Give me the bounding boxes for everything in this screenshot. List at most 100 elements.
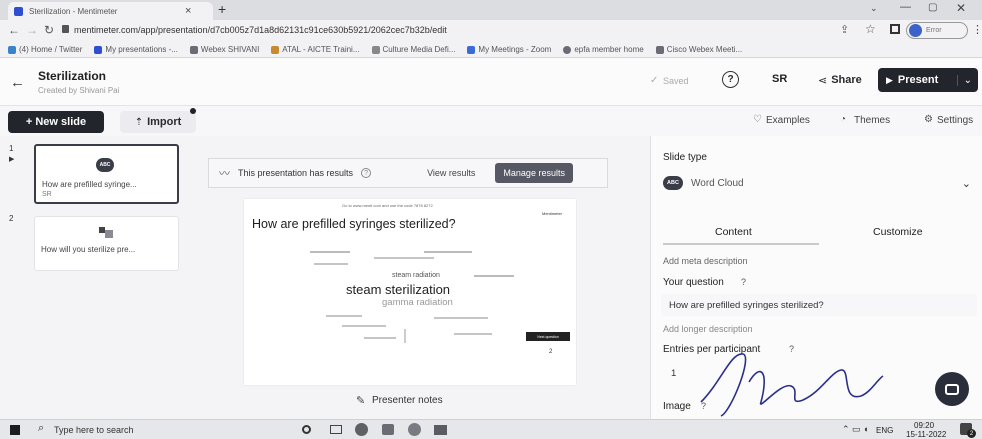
slide-type-select[interactable]: ABC Word Cloud ⌄ (663, 172, 975, 194)
cloud-word (454, 333, 492, 335)
share-icon: ⋖ (818, 74, 828, 87)
tab-content[interactable]: Content (715, 226, 752, 238)
cloud-word: steam sterilization (346, 282, 451, 297)
tab-close-icon[interactable]: × (185, 5, 191, 17)
word-cloud-icon: ABC (96, 158, 114, 172)
info-icon[interactable]: ? (361, 168, 372, 178)
settings-link[interactable]: Settings (937, 115, 973, 126)
themes-icon: ◔ (840, 114, 847, 125)
back-icon[interactable]: ← (8, 23, 20, 37)
task-view-icon[interactable] (330, 425, 342, 434)
slide-thumbnail-2[interactable]: How will you sterilize pre... (34, 216, 179, 271)
slide-preview[interactable]: Go to www.menti.com and use the code 787… (244, 199, 576, 385)
tab-title: Sterilization - Mentimeter (29, 6, 118, 16)
windows-taskbar: ⌕ Type here to search ⌃ ▭ ◖ ENG 09:20 15… (0, 419, 982, 439)
chrome-icon[interactable] (355, 423, 368, 436)
close-window-icon[interactable]: ✕ (956, 1, 966, 15)
teams-icon[interactable] (382, 424, 394, 435)
meta-description-link[interactable]: Add meta description (663, 256, 748, 266)
lock-icon (62, 25, 69, 33)
cloud-word (474, 275, 514, 277)
present-button[interactable]: ▶ Present ⌄ (878, 68, 978, 92)
clock-date[interactable]: 15-11-2022 (906, 430, 946, 439)
globe-icon (563, 45, 572, 54)
new-slide-button[interactable]: + New slide (8, 111, 104, 133)
play-icon: ▶ (886, 74, 893, 85)
slide-list: 1 ▶ ABC How are prefilled syringe... SR … (0, 136, 190, 419)
minimize-icon[interactable]: — (900, 1, 911, 13)
bookmark-epfa[interactable]: epfa member home (563, 45, 644, 54)
present-dropdown-icon[interactable]: ⌄ (956, 74, 972, 86)
clock-time[interactable]: 09:20 (914, 421, 934, 430)
view-results-link[interactable]: View results (427, 168, 475, 178)
windows-start-icon[interactable] (10, 425, 20, 435)
present-label: Present (897, 74, 939, 86)
webex-icon (189, 45, 198, 54)
back-arrow-icon[interactable]: ← (10, 74, 25, 91)
new-tab-button[interactable]: + (218, 1, 226, 17)
examples-link[interactable]: Examples (766, 115, 810, 126)
notification-count-badge: 2 (967, 429, 976, 438)
chat-support-button[interactable] (935, 372, 969, 406)
bookmark-twitter[interactable]: (4) Home / Twitter (8, 45, 82, 54)
slide-settings-panel: Slide type ABC Word Cloud ⌄ Content Cust… (650, 136, 982, 419)
mentimeter-favicon-icon (14, 6, 23, 16)
taskbar-search-input[interactable]: Type here to search (54, 425, 134, 435)
slide-thumbnail-1[interactable]: ABC How are prefilled syringe... SR (34, 144, 179, 204)
share-page-icon[interactable]: ⇪ (840, 23, 849, 36)
presentation-title[interactable]: Sterilization (38, 69, 106, 83)
slide-thumbnail-title: How will you sterilize pre... (41, 245, 136, 254)
reload-icon[interactable]: ↻ (44, 23, 54, 37)
profile-button[interactable]: Error (906, 22, 968, 39)
cloud-word: steam radiation (392, 272, 440, 279)
settings-icon: ⚙ (924, 114, 933, 125)
sidebar-icon[interactable] (890, 24, 900, 34)
longer-description-link[interactable]: Add longer description (663, 324, 753, 334)
cloud-word (374, 257, 434, 259)
slide-number: 1 (9, 144, 14, 153)
results-banner: 〰 This presentation has results ? View r… (208, 158, 608, 188)
slide-question: How are prefilled syringes sterilized? (252, 217, 456, 231)
user-initials[interactable]: SR (772, 73, 787, 85)
image-label: Image (663, 401, 691, 412)
chat-icon (945, 383, 959, 395)
bookmark-webex[interactable]: Webex SHIVANI (189, 45, 259, 54)
language-indicator[interactable]: ENG (876, 426, 893, 435)
handwritten-signature (700, 353, 884, 417)
app-header: ← Sterilization Created by Shivani Pai ✓… (0, 58, 982, 106)
presenter-notes-link[interactable]: Presenter notes (372, 395, 443, 406)
upload-icon: ⇡ (134, 116, 144, 128)
import-button[interactable]: ⇡ Import (120, 111, 196, 133)
mentimeter-icon (94, 45, 103, 54)
help-button[interactable]: ? (722, 71, 739, 88)
panel-tabs: Content Customize (663, 220, 975, 245)
bookmark-star-icon[interactable]: ☆ (865, 22, 876, 36)
menu-kebab-icon[interactable]: ⋮ (972, 23, 982, 36)
address-bar-row: ← → ↻ mentimeter.com/app/presentation/d7… (0, 20, 982, 42)
bookmark-atal[interactable]: ATAL - AICTE Traini... (271, 45, 360, 54)
play-from-slide-icon[interactable]: ▶ (9, 155, 14, 163)
tab-list-icon[interactable]: ⌄ (870, 3, 878, 14)
bookmark-zoom[interactable]: My Meetings - Zoom (467, 45, 551, 54)
share-button[interactable]: ⋖ Share (812, 69, 870, 91)
url-field[interactable]: mentimeter.com/app/presentation/d7cb005z… (74, 25, 774, 35)
question-help-icon[interactable]: ? (741, 277, 746, 287)
maximize-icon[interactable]: ▢ (928, 2, 937, 13)
forward-icon[interactable]: → (26, 23, 38, 37)
bookmark-presentations[interactable]: My presentations -... (94, 45, 178, 54)
manage-results-button[interactable]: Manage results (495, 163, 573, 183)
edge-icon[interactable] (408, 423, 421, 436)
tab-customize[interactable]: Customize (873, 226, 923, 238)
pencil-icon: ✎ (356, 395, 366, 407)
saved-status: Saved (663, 76, 689, 86)
file-explorer-icon[interactable] (434, 425, 447, 435)
cortana-icon[interactable] (302, 425, 311, 434)
bookmark-culture-media[interactable]: Culture Media Defi... (371, 45, 455, 54)
browser-tab[interactable]: Sterilization - Mentimeter × (8, 2, 213, 20)
bookmark-cisco-webex[interactable]: Cisco Webex Meeti... (655, 45, 742, 54)
cloud-word (364, 337, 396, 339)
bar-chart-icon (99, 227, 113, 238)
themes-link[interactable]: Themes (854, 115, 890, 126)
tray-icons[interactable]: ⌃ ▭ ◖ (842, 424, 868, 435)
question-input[interactable]: How are prefilled syringes sterilized? (661, 294, 977, 316)
